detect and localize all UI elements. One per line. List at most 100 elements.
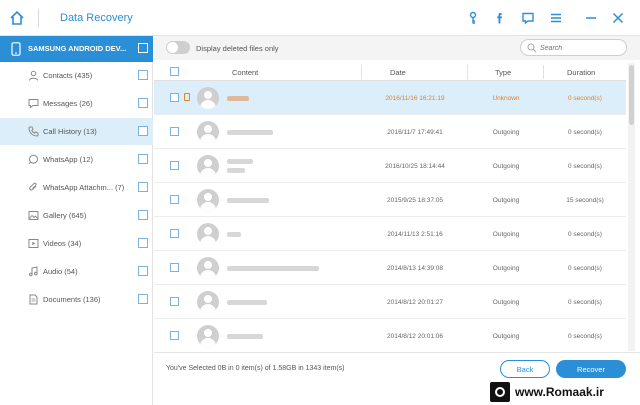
watermark: www.Romaak.ir: [488, 380, 640, 405]
table-row[interactable]: 2016/10/25 18:14:44 Outgoing 0 second(s): [154, 149, 626, 183]
call-type: Outgoing: [492, 333, 520, 340]
sidebar-checkbox[interactable]: [138, 154, 148, 164]
sidebar-item-whatsapp[interactable]: WhatsApp (12): [0, 146, 153, 173]
sidebar-checkbox[interactable]: [138, 98, 148, 108]
row-checkbox[interactable]: [170, 161, 179, 170]
device-checkbox[interactable]: [138, 43, 148, 53]
avatar: [197, 257, 219, 279]
toggle-label: Display deleted files only: [196, 44, 279, 53]
toggle-knob: [167, 42, 178, 53]
select-all-checkbox[interactable]: [170, 67, 179, 76]
call-duration: 15 second(s): [566, 197, 604, 204]
minimize-icon[interactable]: [584, 11, 598, 25]
redacted-contact: [227, 198, 269, 203]
sidebar-checkbox[interactable]: [138, 238, 148, 248]
close-icon[interactable]: [611, 11, 625, 25]
column-header-date[interactable]: Date: [390, 68, 406, 77]
search-icon: [527, 43, 537, 53]
scrollbar-thumb[interactable]: [629, 65, 634, 125]
row-checkbox[interactable]: [170, 331, 179, 340]
deleted-only-toggle[interactable]: [166, 41, 190, 54]
row-checkbox[interactable]: [170, 127, 179, 136]
sidebar-checkbox[interactable]: [138, 266, 148, 276]
phone-icon: [28, 126, 39, 137]
table-row[interactable]: 2014/11/13 2:51:16 Outgoing 0 second(s): [154, 217, 626, 251]
device-header[interactable]: SAMSUNG ANDROID DEV...: [0, 36, 153, 62]
selection-summary: You've Selected 0B in 0 item(s) of 1.58G…: [166, 365, 345, 372]
row-checkbox[interactable]: [170, 93, 179, 102]
feedback-icon[interactable]: [521, 11, 535, 25]
column-header-duration[interactable]: Duration: [567, 68, 595, 77]
sidebar-item-gallery[interactable]: Gallery (645): [0, 202, 153, 229]
sidebar-checkbox[interactable]: [138, 210, 148, 220]
sidebar-item-label: Call History (13): [43, 127, 97, 136]
call-date: 2014/8/12 20:01:06: [386, 333, 444, 340]
redacted-contact: [227, 300, 267, 305]
redacted-contact: [227, 130, 273, 135]
table-row[interactable]: 2016/11/7 17:49:41 Outgoing 0 second(s): [154, 115, 626, 149]
recover-button[interactable]: Recover: [556, 360, 626, 378]
document-icon: [29, 294, 38, 305]
key-icon[interactable]: [466, 11, 480, 25]
back-button[interactable]: Back: [500, 360, 550, 378]
call-date: 2014/11/13 2:51:16: [387, 231, 443, 238]
redacted-contact: [227, 266, 319, 271]
row-checkbox[interactable]: [170, 229, 179, 238]
row-checkbox[interactable]: [170, 263, 179, 272]
sidebar-checkbox[interactable]: [138, 70, 148, 80]
table-row[interactable]: 2016/11/16 16:21:19 Unknown 0 second(s): [154, 81, 626, 115]
sidebar-item-whatsapp-attachments[interactable]: WhatsApp Attachm... (7): [0, 174, 153, 201]
sidebar-item-label: WhatsApp Attachm... (7): [43, 183, 125, 192]
call-type: Outgoing: [492, 265, 520, 272]
table-scrollbar[interactable]: [628, 63, 635, 351]
attachment-icon: [29, 182, 37, 191]
search-box[interactable]: [520, 39, 627, 56]
home-icon[interactable]: [9, 10, 25, 26]
table-row[interactable]: 2014/8/12 20:01:06 Outgoing 0 second(s): [154, 319, 626, 352]
menu-icon[interactable]: [549, 11, 563, 25]
call-type: Outgoing: [492, 129, 520, 136]
search-input[interactable]: [540, 42, 620, 54]
sidebar-item-messages[interactable]: Messages (26): [0, 90, 153, 117]
call-history-table: 2016/11/16 16:21:19 Unknown 0 second(s) …: [154, 81, 626, 352]
sidebar-item-label: Messages (26): [43, 99, 93, 108]
avatar: [197, 87, 219, 109]
column-divider: [467, 65, 468, 79]
sidebar-checkbox[interactable]: [138, 182, 148, 192]
call-date: 2014/8/12 20:01:27: [386, 299, 444, 306]
call-duration: 0 second(s): [568, 163, 602, 170]
sidebar-item-label: Audio (54): [43, 267, 78, 276]
sidebar-item-audio[interactable]: Audio (54): [0, 258, 153, 285]
video-icon: [28, 239, 39, 248]
call-duration: 0 second(s): [568, 333, 602, 340]
call-date: 2016/11/7 17:49:41: [387, 129, 443, 136]
sidebar-item-videos[interactable]: Videos (34): [0, 230, 153, 257]
redacted-contact: [227, 232, 241, 237]
sidebar-item-call-history[interactable]: Call History (13): [0, 118, 153, 145]
table-row[interactable]: 2014/8/12 20:01:27 Outgoing 0 second(s): [154, 285, 626, 319]
row-checkbox[interactable]: [170, 195, 179, 204]
avatar: [197, 325, 219, 347]
call-type: Outgoing: [492, 197, 520, 204]
facebook-icon[interactable]: [493, 11, 507, 25]
table-row[interactable]: 2015/9/25 18:37:05 Outgoing 15 second(s): [154, 183, 626, 217]
table-row[interactable]: 2014/8/13 14:39:08 Outgoing 0 second(s): [154, 251, 626, 285]
redacted-number: [227, 168, 245, 173]
column-header-type[interactable]: Type: [495, 68, 511, 77]
sidebar-item-label: Gallery (645): [43, 211, 87, 220]
column-header-content[interactable]: Content: [232, 68, 258, 77]
call-duration: 0 second(s): [568, 265, 602, 272]
row-checkbox[interactable]: [170, 297, 179, 306]
sidebar-item-documents[interactable]: Documents (136): [0, 286, 153, 313]
call-duration: 0 second(s): [568, 129, 602, 136]
avatar: [197, 291, 219, 313]
avatar: [197, 121, 219, 143]
call-date: 2015/9/25 18:37:05: [386, 197, 444, 204]
redacted-contact: [227, 159, 253, 164]
call-duration: 0 second(s): [568, 299, 602, 306]
sidebar-checkbox[interactable]: [138, 126, 148, 136]
sidebar-item-contacts[interactable]: Contacts (435): [0, 62, 153, 89]
sidebar-checkbox[interactable]: [138, 294, 148, 304]
sim-card-icon: [184, 93, 190, 101]
device-name: SAMSUNG ANDROID DEV...: [28, 44, 127, 53]
